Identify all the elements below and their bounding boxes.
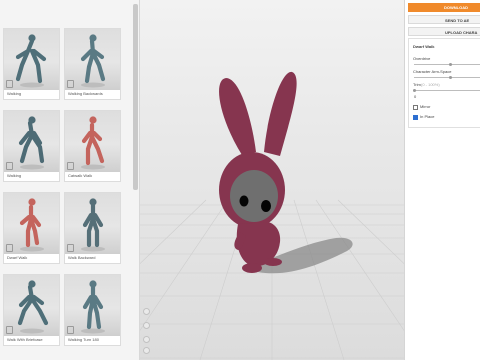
in-place-label: In Place (420, 114, 435, 119)
animation-card[interactable]: Walking (3, 28, 60, 100)
animation-settings: Dwarf Walk Overdrive Character Arm-Space… (408, 38, 480, 128)
setting-label-overdrive: Overdrive (413, 56, 431, 61)
trim-range-hint: (0 - 100%) (421, 82, 440, 87)
character-icon (67, 162, 74, 170)
send-to-ae-button[interactable]: SEND TO AE (408, 15, 480, 24)
animation-card-label: Walking Turn 180 (68, 337, 99, 342)
character-icon (6, 244, 13, 252)
trim-value: 0 (414, 94, 417, 99)
animation-card-label: Walking (7, 91, 22, 96)
settings-panel: DOWNLOAD SEND TO AE UPLOAD CHARA Dwarf W… (404, 0, 480, 360)
setting-label-arm-space: Character Arm-Space (413, 69, 452, 74)
character-icon (67, 244, 74, 252)
character-icon (6, 326, 13, 334)
animation-title: Dwarf Walk (413, 44, 435, 49)
animation-card-label: Walk With Briefcase (7, 337, 43, 342)
animation-card[interactable]: Dwarf Walk (3, 192, 60, 264)
viewport-control-icon[interactable] (143, 308, 150, 315)
character-icon (67, 80, 74, 88)
animation-card-label: Walk Backward (68, 255, 96, 260)
trim-slider[interactable] (414, 90, 480, 91)
animation-card[interactable]: Walk Backward (64, 192, 121, 264)
animation-thumbnail (65, 111, 120, 172)
animation-card[interactable]: Walk With Briefcase (3, 274, 60, 346)
character-icon (67, 326, 74, 334)
character-icon (6, 80, 13, 88)
library-scrollbar[interactable] (133, 4, 138, 190)
download-button[interactable]: DOWNLOAD (408, 3, 480, 12)
trim-slider-handle[interactable] (413, 89, 416, 92)
mirror-label: Mirror (420, 104, 431, 109)
animation-thumbnail (65, 275, 120, 336)
animation-card[interactable]: Walking (3, 110, 60, 182)
overdrive-slider-handle[interactable] (449, 63, 452, 66)
animation-card[interactable]: Walking Turn 180 (64, 274, 121, 346)
viewport-control-icon[interactable] (143, 347, 150, 354)
animation-card-label: Walking (7, 173, 22, 178)
animation-thumbnail (4, 193, 59, 254)
animation-card[interactable]: Walking Backwards (64, 28, 121, 100)
animation-card[interactable]: Catwalk Walk (64, 110, 121, 182)
animation-thumbnail (4, 275, 59, 336)
3d-viewport[interactable] (140, 0, 404, 360)
in-place-checkbox[interactable] (413, 115, 418, 120)
animation-card-label: Catwalk Walk (68, 173, 93, 178)
upload-character-button[interactable]: UPLOAD CHARA (408, 27, 480, 36)
bunny-character-model (219, 71, 297, 273)
animation-card-label: Dwarf Walk (7, 255, 28, 260)
viewport-control-icon[interactable] (143, 336, 150, 343)
overdrive-slider[interactable] (414, 64, 480, 65)
animation-thumbnail (65, 193, 120, 254)
animation-library: Walking Walking Backwards Walking Catwalk W… (0, 0, 140, 360)
animation-card-label: Walking Backwards (68, 91, 103, 96)
arm-space-slider[interactable] (414, 77, 480, 78)
animation-thumbnail (4, 29, 59, 90)
mirror-checkbox[interactable] (413, 105, 418, 110)
animation-thumbnail (65, 29, 120, 90)
viewport-scene (140, 71, 404, 360)
animation-thumbnail (4, 111, 59, 172)
viewport-control-icon[interactable] (143, 322, 150, 329)
character-icon (6, 162, 13, 170)
arm-space-slider-handle[interactable] (449, 76, 452, 79)
setting-label-trim: Trim (413, 82, 421, 87)
